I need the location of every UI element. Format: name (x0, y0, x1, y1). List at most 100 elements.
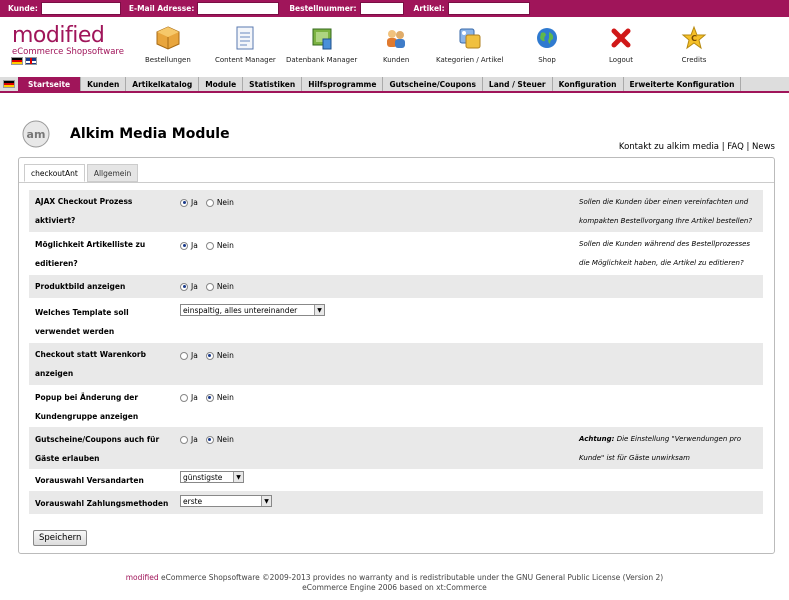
close-icon (611, 28, 631, 48)
footer-brand[interactable]: modified (126, 573, 159, 582)
radio-yes[interactable] (180, 393, 188, 402)
radio-no[interactable] (205, 241, 214, 250)
email-search-input[interactable] (197, 2, 280, 15)
radio-no[interactable] (205, 282, 214, 291)
setting-row: Checkout statt Warenkorb anzeigen Ja Nei… (29, 343, 763, 385)
german-flag-icon[interactable] (11, 57, 23, 65)
nav-credits-label: Credits (681, 56, 707, 64)
globe-icon (537, 28, 557, 48)
setting-row: AJAX Checkout Prozess aktiviert? Ja Nein… (29, 190, 763, 232)
setting-description: Sollen die Kunden während des Bestellpro… (579, 240, 751, 267)
nav-content-manager-label: Content Manager (215, 56, 276, 64)
setting-row: Vorauswahl Zahlungsmethoden erste ▼ (29, 491, 763, 514)
radio-no[interactable] (205, 198, 214, 207)
setting-radio-group: Ja Nein (180, 435, 242, 444)
menu-item-hilfsprogramme[interactable]: Hilfsprogramme (302, 77, 384, 91)
setting-label: AJAX Checkout Prozess aktiviert? (35, 197, 133, 225)
tab-allgemein[interactable]: Allgemein (86, 164, 139, 182)
menu-item-erweiterte-konfiguration[interactable]: Erweiterte Konfiguration (624, 77, 742, 91)
menu-item-kunden[interactable]: Kunden (81, 77, 127, 91)
radio-yes[interactable] (180, 198, 188, 207)
setting-row: Gutscheine/Coupons auch für Gäste erlaub… (29, 427, 763, 469)
menu-item-land-steuer[interactable]: Land / Steuer (483, 77, 553, 91)
setting-select-wrap: einspaltig, alles untereinander ▼ (180, 304, 325, 316)
menu-item-artikelkatalog[interactable]: Artikelkatalog (126, 77, 200, 91)
nav-orders[interactable]: Bestellungen (145, 25, 191, 64)
radio-no-label: Nein (216, 282, 234, 291)
nav-database-manager[interactable]: Datenbank Manager (286, 25, 357, 64)
radio-no[interactable] (205, 435, 214, 444)
payment-preselect[interactable]: erste ▼ (180, 495, 272, 507)
radio-yes[interactable] (180, 241, 188, 250)
email-search: E-Mail Adresse: (129, 2, 280, 15)
customer-search-input[interactable] (40, 2, 121, 15)
chevron-down-icon: ▼ (261, 496, 271, 506)
setting-row: Produktbild anzeigen Ja Nein (29, 275, 763, 298)
logo[interactable]: modified eCommerce Shopsoftware (12, 23, 124, 58)
nav-customers[interactable]: Kunden (383, 25, 409, 64)
order-number-search-label: Bestellnummer: (289, 4, 357, 13)
chevron-down-icon: ▼ (314, 305, 324, 315)
nav-categories[interactable]: Kategorien / Artikel (436, 25, 503, 64)
settings-rows: AJAX Checkout Prozess aktiviert? Ja Nein… (29, 190, 763, 514)
menu-item-konfiguration[interactable]: Konfiguration (553, 77, 624, 91)
order-number-search-input[interactable] (359, 2, 404, 15)
german-flag-icon[interactable] (3, 80, 15, 88)
radio-yes-label: Ja (191, 435, 198, 444)
logo-word: modified (12, 23, 105, 48)
menu-flag (0, 77, 18, 91)
logo-subtitle: eCommerce Shopsoftware (12, 47, 124, 57)
shipping-preselect-value: günstigste (183, 472, 223, 482)
header: modified eCommerce Shopsoftware Bestellu… (0, 17, 789, 77)
radio-yes[interactable] (180, 351, 188, 360)
shipping-preselect[interactable]: günstigste ▼ (180, 471, 244, 483)
radio-no[interactable] (205, 393, 214, 402)
save-button[interactable]: Speichern (33, 530, 88, 546)
nav-shop-label: Shop (538, 56, 556, 64)
radio-yes-label: Ja (191, 351, 198, 360)
email-search-label: E-Mail Adresse: (128, 4, 195, 13)
menu-item-gutscheine[interactable]: Gutscheine/Coupons (383, 77, 483, 91)
setting-row: Welches Template soll verwendet werden e… (29, 298, 763, 343)
radio-yes-label: Ja (191, 241, 198, 250)
nav-shop[interactable]: Shop (534, 25, 560, 64)
radio-yes[interactable] (180, 282, 188, 291)
setting-radio-group: Ja Nein (180, 393, 242, 402)
setting-select-wrap: erste ▼ (180, 495, 272, 507)
setting-description: Sollen die Kunden über einen vereinfacht… (579, 198, 753, 225)
radio-no-label: Nein (216, 393, 234, 402)
setting-label: Gutscheine/Coupons auch für Gäste erlaub… (35, 435, 160, 463)
users-icon (387, 30, 406, 48)
categories-icon (459, 28, 481, 49)
contact-links[interactable]: Kontakt zu alkim media | FAQ | News (619, 142, 775, 152)
menu-item-statistiken[interactable]: Statistiken (243, 77, 303, 91)
menu-item-module[interactable]: Module (199, 77, 244, 91)
module-settings-panel: checkoutAnt Allgemein AJAX Checkout Proz… (18, 157, 775, 554)
setting-label: Popup bei Änderung der Kundengruppe anze… (35, 393, 139, 421)
setting-label: Checkout statt Warenkorb anzeigen (35, 350, 146, 378)
setting-select-wrap: günstigste ▼ (180, 471, 244, 483)
radio-no-label: Nein (216, 198, 234, 207)
radio-no-label: Nein (216, 241, 234, 250)
radio-yes-label: Ja (191, 198, 198, 207)
setting-label: Vorauswahl Zahlungsmethoden (35, 499, 169, 508)
nav-logout-label: Logout (609, 56, 633, 64)
template-select[interactable]: einspaltig, alles untereinander ▼ (180, 304, 325, 316)
nav-credits[interactable]: C Credits (681, 25, 707, 64)
menu-item-startseite[interactable]: Startseite (18, 77, 82, 91)
article-search-input[interactable] (447, 2, 530, 15)
setting-label: Vorauswahl Versandarten (35, 476, 144, 485)
article-search: Artikel: (414, 2, 530, 15)
star-icon: C (681, 25, 707, 50)
nav-content-manager[interactable]: Content Manager (215, 25, 276, 64)
english-flag-icon[interactable] (25, 57, 37, 65)
radio-no[interactable] (205, 351, 214, 360)
customer-search: Kunde: (8, 2, 121, 15)
language-flags (11, 57, 37, 65)
nav-categories-label: Kategorien / Artikel (436, 56, 504, 64)
radio-yes[interactable] (180, 435, 188, 444)
nav-logout[interactable]: Logout (608, 25, 634, 64)
radio-no-label: Nein (216, 435, 234, 444)
tab-checkoutant[interactable]: checkoutAnt (24, 164, 85, 182)
database-icon (312, 28, 332, 50)
